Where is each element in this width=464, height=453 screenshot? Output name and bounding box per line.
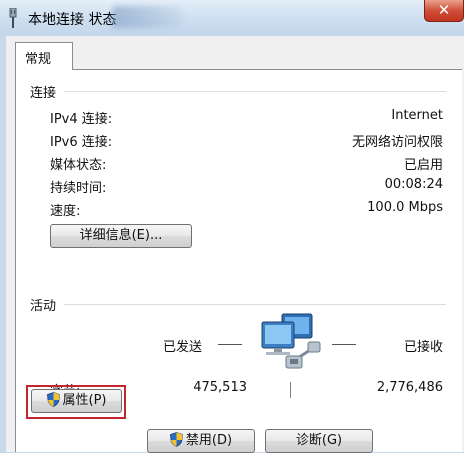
- ipv6-value: 无网络访问权限: [351, 135, 443, 150]
- window-title: 本地连接 状态: [28, 12, 117, 28]
- close-button[interactable]: ✕: [424, 0, 464, 22]
- bytes-received-value: 2,776,486: [376, 380, 443, 395]
- sent-label: 已发送: [163, 340, 203, 355]
- activity-separator: [290, 382, 291, 398]
- tab-general-label: 常规: [25, 52, 52, 67]
- activity-group-title: 活动: [30, 299, 57, 314]
- speed-label: 速度:: [50, 204, 81, 219]
- sent-dash: [218, 344, 242, 345]
- received-label: 已接收: [403, 340, 443, 355]
- blurred-title-area: [112, 6, 182, 28]
- connection-group-title: 连接: [30, 86, 57, 101]
- details-button[interactable]: 详细信息(E)...: [50, 224, 192, 248]
- media-state-value: 已启用: [403, 158, 443, 173]
- ipv4-value: Internet: [391, 108, 443, 123]
- network-computers-icon: [261, 313, 321, 369]
- bytes-sent-value: 475,513: [193, 380, 247, 395]
- connection-group-divider: [64, 91, 446, 92]
- disable-button[interactable]: 禁用(D): [147, 429, 255, 453]
- network-adapter-icon: [9, 8, 17, 28]
- disable-button-label: 禁用(D): [185, 433, 233, 448]
- tab-general[interactable]: 常规: [15, 42, 73, 70]
- title-bar[interactable]: 本地连接 状态 ✕: [0, 0, 464, 36]
- diagnose-button[interactable]: 诊断(G): [265, 429, 373, 453]
- duration-label: 持续时间:: [50, 181, 107, 196]
- ipv6-label: IPv6 连接:: [50, 135, 113, 150]
- media-state-label: 媒体状态:: [50, 158, 107, 173]
- activity-group-divider: [64, 304, 446, 305]
- uac-shield-icon: [169, 432, 183, 447]
- speed-value: 100.0 Mbps: [367, 200, 443, 215]
- properties-highlight-box: [26, 385, 126, 419]
- ipv4-label: IPv4 连接:: [50, 112, 113, 127]
- received-dash: [332, 344, 356, 345]
- duration-value: 00:08:24: [384, 177, 443, 192]
